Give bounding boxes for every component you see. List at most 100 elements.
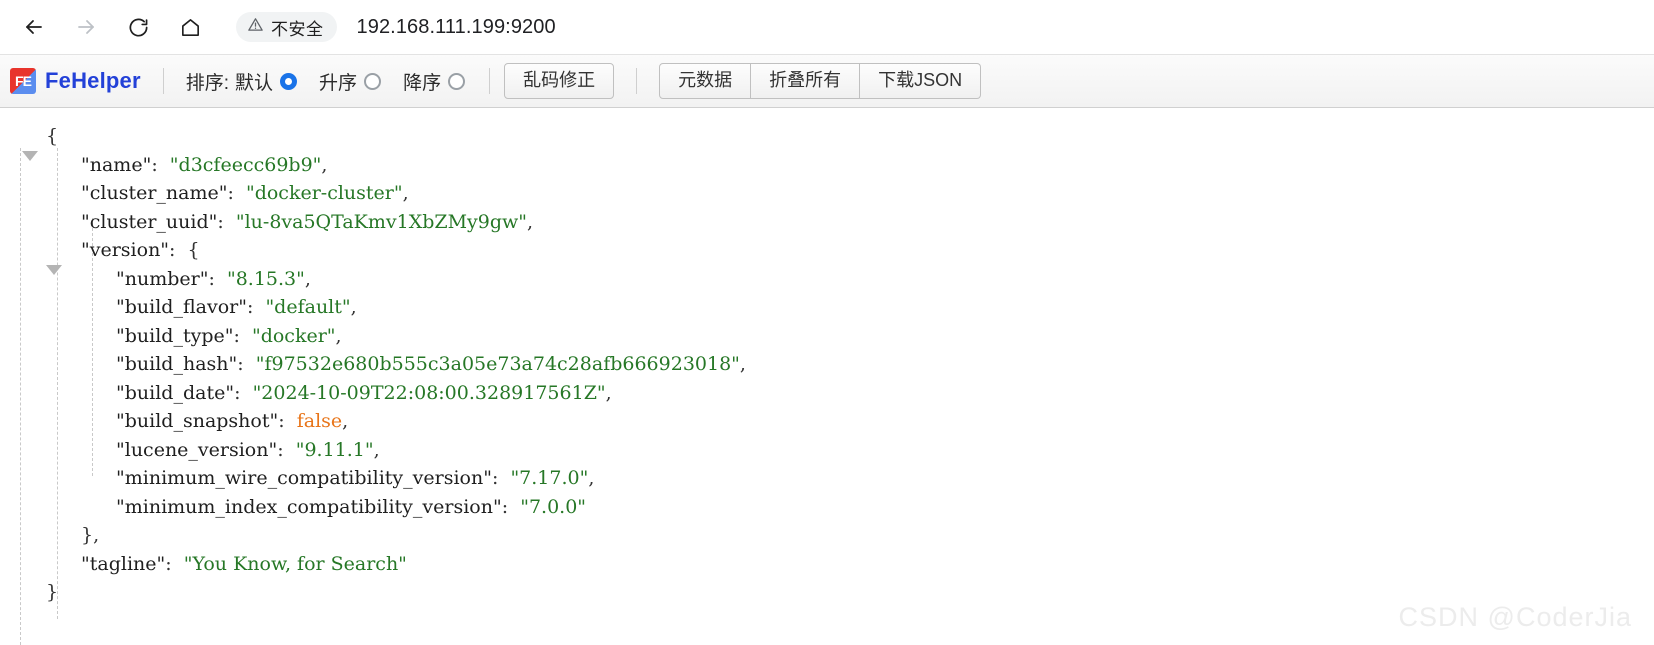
json-value: "f97532e680b555c3a05e73a74c28afb66692301… xyxy=(255,353,740,375)
json-value: { xyxy=(187,239,200,261)
divider xyxy=(636,68,638,94)
json-punctuation: { xyxy=(46,125,59,147)
json-key: "cluster_uuid" xyxy=(81,210,218,233)
json-punctuation: }, xyxy=(81,524,100,546)
reload-icon xyxy=(127,16,150,39)
json-line: "cluster_name": "docker-cluster", xyxy=(0,179,1654,208)
json-comma: , xyxy=(304,267,311,290)
json-key: "build_snapshot" xyxy=(116,410,279,432)
json-line-content: "build_date": "2024-10-09T22:08:00.32891… xyxy=(46,379,612,408)
json-colon: : xyxy=(234,381,253,404)
json-line-content: "version": { xyxy=(46,236,200,265)
radio-default-icon[interactable] xyxy=(280,72,298,90)
browser-toolbar: 不安全 192.168.111.199:9200 xyxy=(0,0,1654,54)
json-comma: , xyxy=(588,467,595,489)
json-line: "build_snapshot": false, xyxy=(0,407,1654,436)
json-key: "build_hash" xyxy=(116,353,238,375)
json-comma: , xyxy=(342,410,349,432)
sort-label: 排序: xyxy=(185,72,230,94)
json-key: "version" xyxy=(81,239,170,261)
home-button[interactable] xyxy=(170,7,210,47)
json-value: "7.17.0" xyxy=(510,467,589,489)
json-comma: , xyxy=(605,381,612,404)
json-line-content: "cluster_uuid": "lu-8va5QTaKmv1XbZMy9gw"… xyxy=(46,208,533,237)
json-line: "build_type": "docker", xyxy=(0,322,1654,351)
json-value: "docker" xyxy=(251,324,336,347)
address-bar[interactable]: 不安全 192.168.111.199:9200 xyxy=(230,7,1654,47)
url-text[interactable]: 192.168.111.199:9200 xyxy=(357,16,556,39)
json-colon: : xyxy=(169,239,188,261)
json-line-content: "cluster_name": "docker-cluster", xyxy=(46,179,409,208)
json-line-content: "build_hash": "f97532e680b555c3a05e73a74… xyxy=(46,350,746,379)
json-line-content: "tagline": "You Know, for Search" xyxy=(46,550,407,579)
json-line: "minimum_index_compatibility_version": "… xyxy=(0,493,1654,522)
json-line: }, xyxy=(0,521,1654,550)
json-comma: , xyxy=(335,324,342,347)
json-line: "build_flavor": "default", xyxy=(0,293,1654,322)
json-viewer: { "name": "d3cfeecc69b9", "cluster_name": … xyxy=(0,108,1654,645)
json-colon: : xyxy=(227,182,246,204)
sort-option-default[interactable]: 默认 xyxy=(235,68,298,95)
home-icon xyxy=(179,16,202,39)
json-comma: , xyxy=(350,296,357,318)
sort-control-group: 排序: 默认 升序 降序 xyxy=(186,68,487,95)
json-comma: , xyxy=(527,210,534,233)
forward-button[interactable] xyxy=(66,7,106,47)
radio-asc-icon[interactable] xyxy=(364,72,382,90)
json-line: "lucene_version": "9.11.1", xyxy=(0,436,1654,465)
security-status-label: 不安全 xyxy=(271,19,324,39)
json-line-content: "lucene_version": "9.11.1", xyxy=(46,436,380,465)
metadata-button[interactable]: 元数据 xyxy=(659,63,752,99)
json-value: "7.0.0" xyxy=(520,495,587,518)
json-colon: : xyxy=(233,324,252,347)
arrow-right-icon xyxy=(74,15,98,39)
fehelper-logo-label: FeHelper xyxy=(45,68,141,93)
download-json-button[interactable]: 下载JSON xyxy=(860,63,982,99)
json-colon: : xyxy=(165,552,184,575)
action-button-group: 元数据 折叠所有 下载JSON xyxy=(659,63,982,99)
json-rows: { "name": "d3cfeecc69b9", "cluster_name": … xyxy=(0,122,1654,607)
sort-option-desc[interactable]: 降序 xyxy=(403,68,466,95)
json-value: "You Know, for Search" xyxy=(183,552,407,575)
json-line: { xyxy=(0,122,1654,161)
json-line-content: }, xyxy=(46,521,99,550)
json-key: "minimum_index_compatibility_version" xyxy=(116,495,502,518)
json-line: "cluster_uuid": "lu-8va5QTaKmv1XbZMy9gw"… xyxy=(0,208,1654,237)
json-key: "build_date" xyxy=(116,381,235,404)
json-value: "default" xyxy=(265,296,351,318)
json-line-content: "build_type": "docker", xyxy=(46,322,342,351)
json-line: "version": { xyxy=(0,236,1654,275)
reload-button[interactable] xyxy=(118,7,158,47)
security-status-chip[interactable]: 不安全 xyxy=(236,12,337,42)
watermark: CSDN @CoderJia xyxy=(1398,601,1632,632)
sort-option-asc-label: 升序 xyxy=(319,72,358,94)
back-button[interactable] xyxy=(14,7,54,47)
json-key: "minimum_wire_compatibility_version" xyxy=(116,467,492,489)
json-colon: : xyxy=(151,153,170,176)
json-line: "build_hash": "f97532e680b555c3a05e73a74… xyxy=(0,350,1654,379)
fix-encoding-button[interactable]: 乱码修正 xyxy=(504,63,615,99)
json-line-content: "build_snapshot": false, xyxy=(46,407,348,436)
json-line-content: { xyxy=(46,122,58,151)
radio-desc-icon[interactable] xyxy=(448,72,466,90)
json-value: false xyxy=(296,410,343,432)
warning-triangle-icon xyxy=(247,16,264,38)
json-colon: : xyxy=(491,467,511,489)
json-line-content: "minimum_wire_compatibility_version": "7… xyxy=(46,464,594,493)
json-comma: , xyxy=(402,182,409,204)
sort-option-asc[interactable]: 升序 xyxy=(319,68,382,95)
json-value: "docker-cluster" xyxy=(245,182,403,204)
sort-option-default-label: 默认 xyxy=(235,72,274,94)
json-punctuation: } xyxy=(46,581,59,603)
json-comma: , xyxy=(373,438,380,461)
json-line-content: "minimum_index_compatibility_version": "… xyxy=(46,493,586,522)
json-colon: : xyxy=(237,353,256,375)
json-line: "name": "d3cfeecc69b9", xyxy=(0,151,1654,180)
json-value: "9.11.1" xyxy=(295,438,374,461)
json-comma: , xyxy=(739,353,746,375)
fehelper-logo: FE FeHelper xyxy=(10,68,141,94)
json-key: "number" xyxy=(116,267,209,290)
collapse-all-button[interactable]: 折叠所有 xyxy=(751,63,861,99)
json-line-content: "number": "8.15.3", xyxy=(46,265,311,294)
arrow-left-icon xyxy=(22,15,46,39)
